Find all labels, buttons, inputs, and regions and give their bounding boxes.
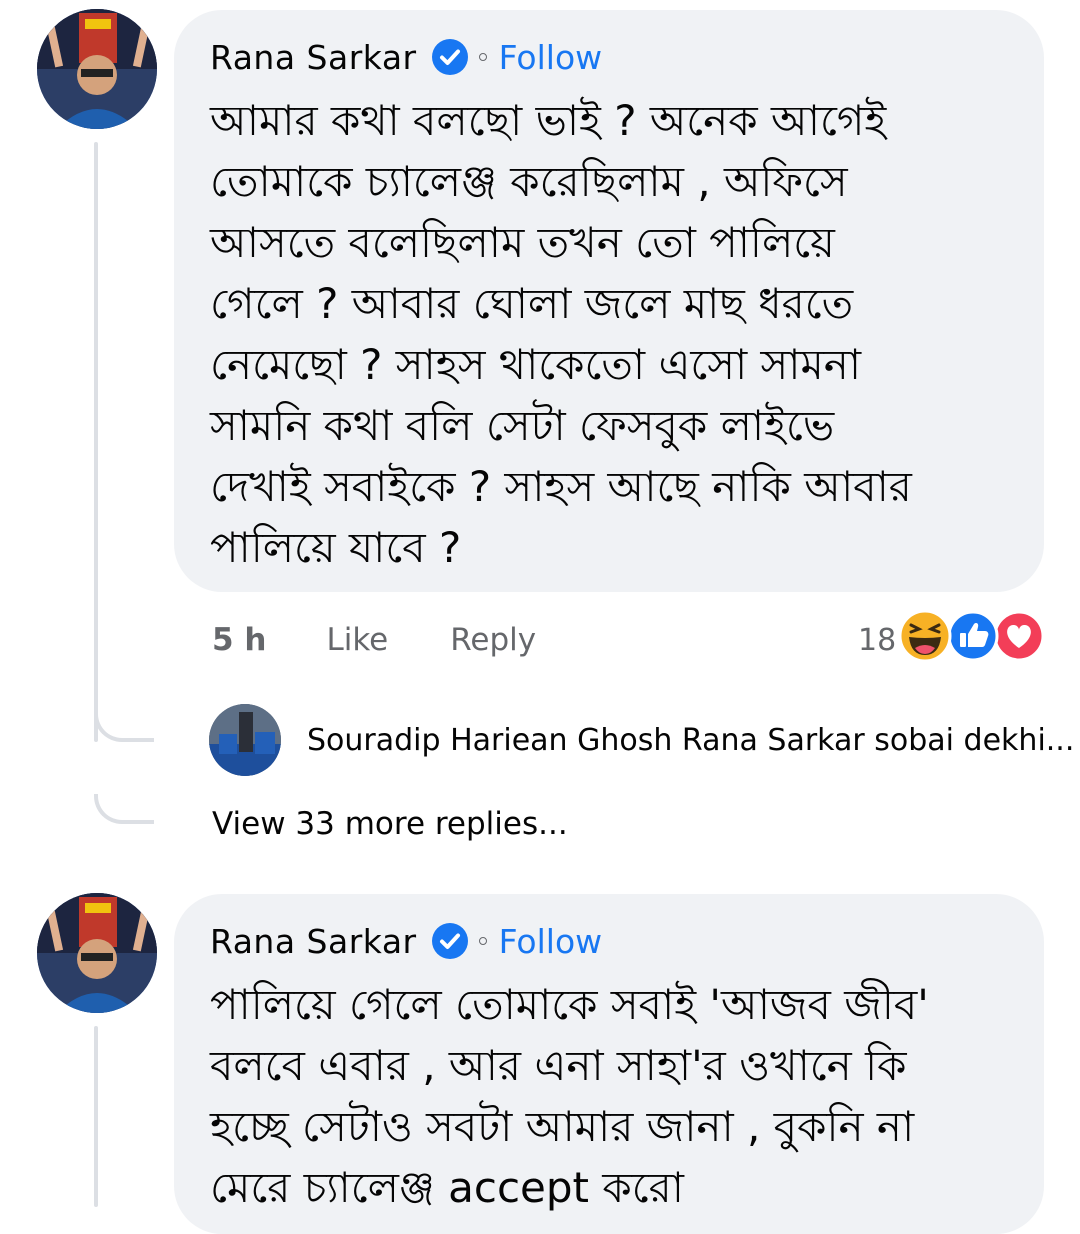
love-icon [993,610,1045,662]
separator-dot [478,937,487,945]
follow-button[interactable]: Follow [499,922,603,961]
more-replies-connector [94,794,154,824]
reply-connector [94,712,154,742]
avatar[interactable] [37,893,157,1013]
reply-avatar[interactable] [209,704,281,776]
follow-button[interactable]: Follow [499,38,603,77]
verified-badge-icon [431,922,469,960]
author-name[interactable]: Rana Sarkar [210,38,417,77]
separator-dot [478,53,487,61]
comment-header: Rana Sarkar Follow [210,918,1008,964]
reactions-summary[interactable] [897,608,1045,664]
comment-bubble: Rana Sarkar Follow পালিয়ে গেলে তোমাকে স… [174,894,1044,1234]
comment-actions: 5 h Like Reply [212,618,536,662]
comment-bubble: Rana Sarkar Follow আমার কথা বলছো ভাই ? অ… [174,10,1044,592]
thread-line-2 [94,1026,98,1207]
reply-preview-text: Rana Sarkar sobai dekhi... [681,722,1075,758]
author-name[interactable]: Rana Sarkar [210,922,417,961]
haha-icon [898,609,952,663]
verified-badge-icon [431,38,469,76]
avatar[interactable] [37,9,157,129]
thread-line [94,142,98,742]
comment-text: পালিয়ে গেলে তোমাকে সবাই 'আজব জীব' বলবে … [210,980,929,1212]
like-button[interactable]: Like [326,622,388,658]
like-icon [947,610,999,662]
comment-header: Rana Sarkar Follow [210,34,1008,80]
timestamp[interactable]: 5 h [212,622,266,658]
comment-text: আমার কথা বলছো ভাই ? অনেক আগেই তোমাকে চ্য… [210,96,912,572]
reply-button[interactable]: Reply [450,622,536,658]
reply-snippet: Souradip Hariean Ghosh Rana Sarkar sobai… [307,723,1074,758]
reaction-count[interactable]: 18 [858,618,896,662]
reply-preview[interactable]: Souradip Hariean Ghosh Rana Sarkar sobai… [209,704,1074,776]
view-more-replies-link[interactable]: View 33 more replies... [212,806,568,842]
reply-author[interactable]: Souradip Hariean Ghosh [307,723,672,758]
